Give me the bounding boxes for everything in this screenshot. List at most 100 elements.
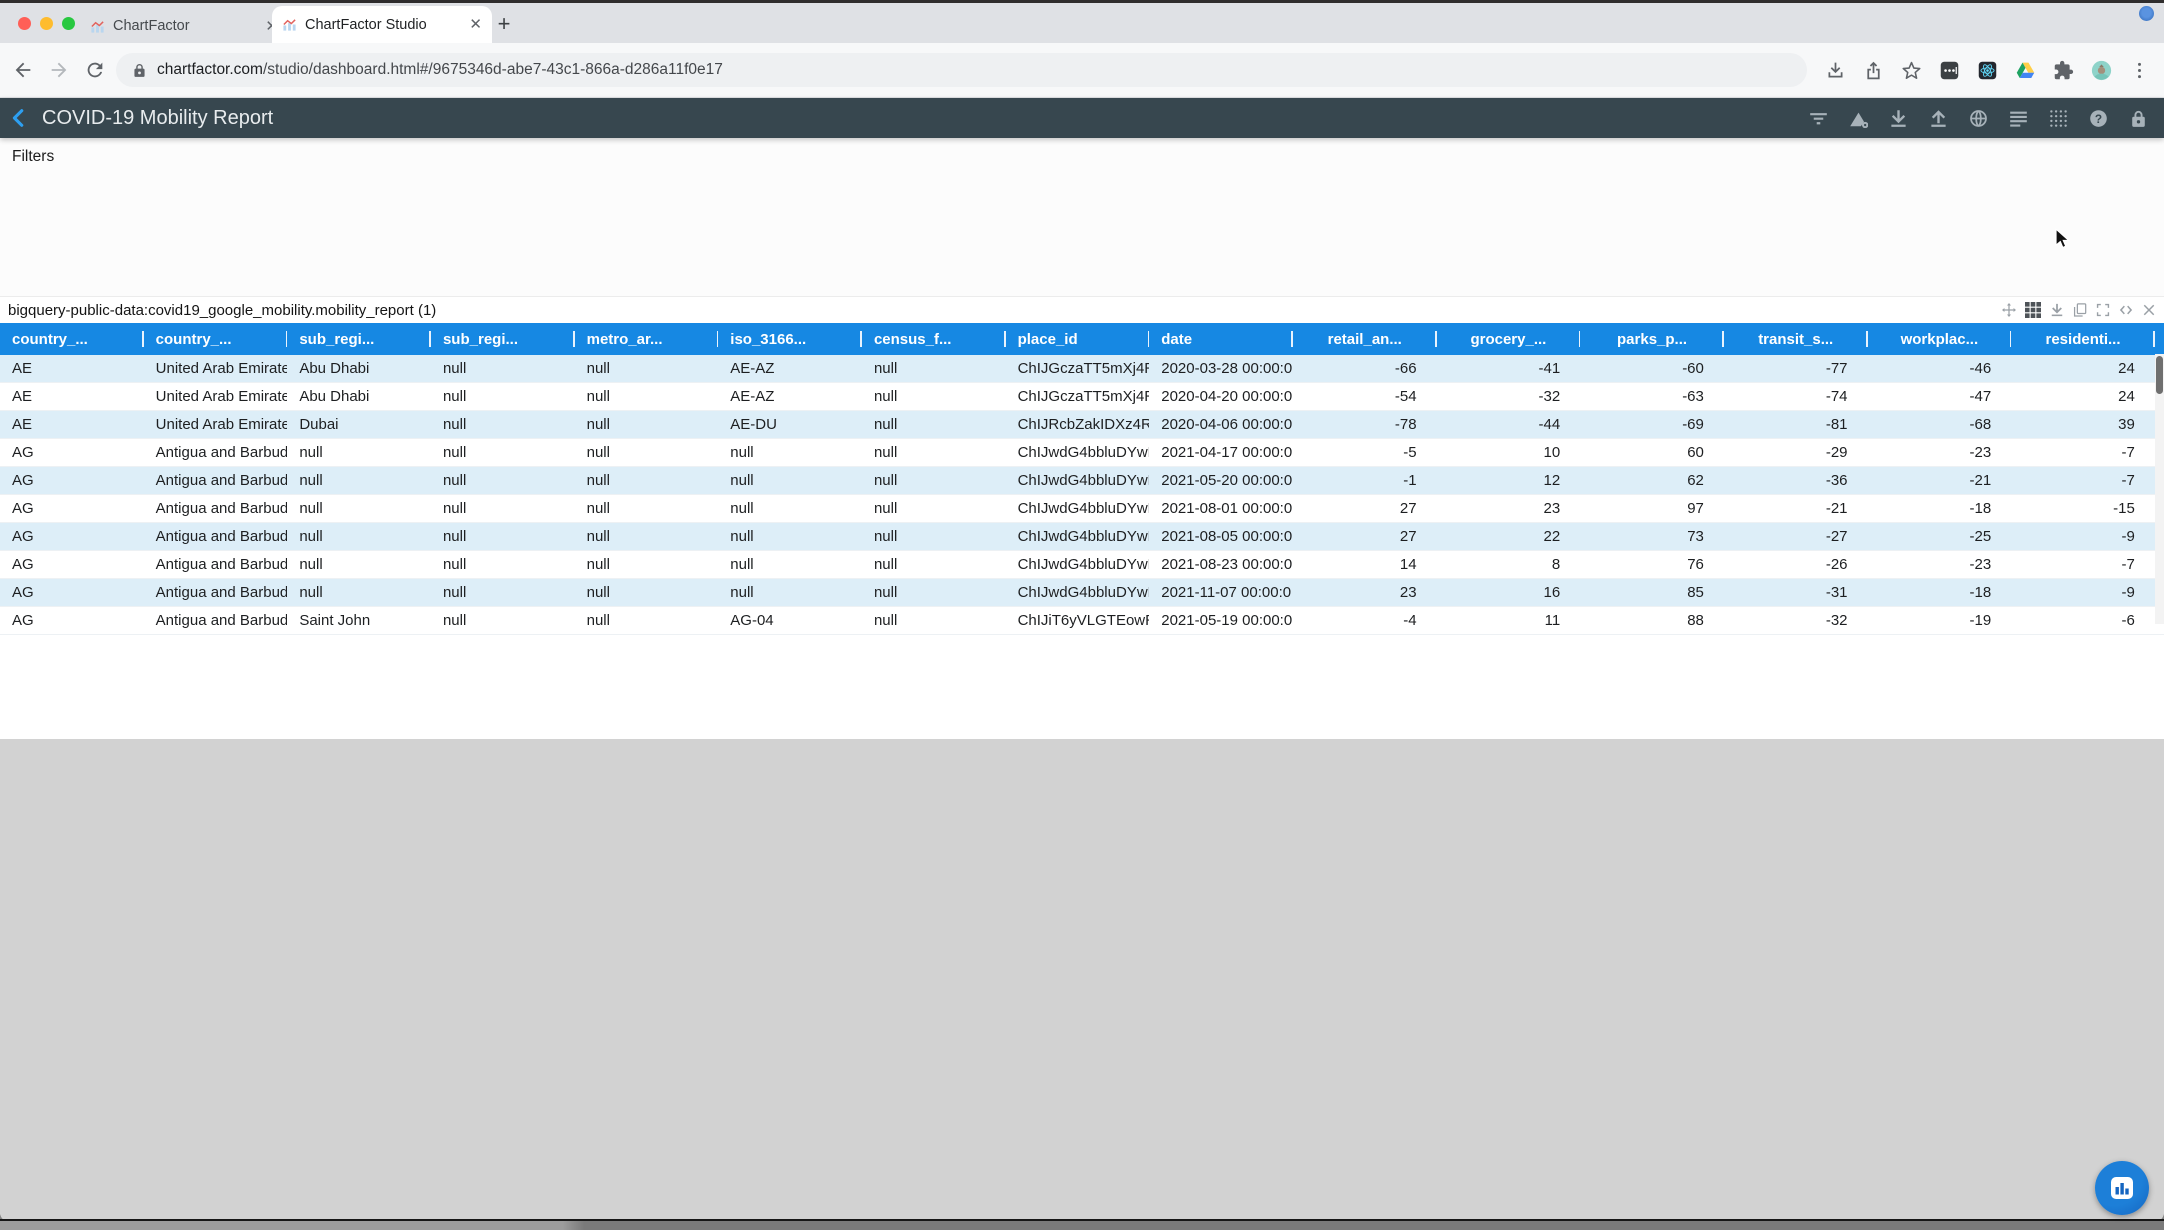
- close-window-button[interactable]: [18, 17, 31, 30]
- column-header[interactable]: residenti...: [2011, 323, 2155, 355]
- table-cell: -78: [1293, 411, 1437, 438]
- table-cell: null: [862, 523, 1006, 550]
- forward-icon[interactable]: [48, 59, 70, 81]
- table-cell: -32: [1724, 607, 1868, 634]
- column-header[interactable]: sub_regi...: [431, 323, 575, 355]
- table-cell: 73: [1580, 523, 1724, 550]
- column-header[interactable]: parks_p...: [1580, 323, 1724, 355]
- table-row[interactable]: AEUnited Arab EmirateAbu DhabinullnullAE…: [0, 383, 2164, 411]
- table-cell: Antigua and Barbud: [144, 551, 288, 578]
- table-cell: Abu Dhabi: [287, 383, 431, 410]
- table-cell: Antigua and Barbud: [144, 579, 288, 606]
- table-cell: null: [575, 607, 719, 634]
- dot-grid-icon[interactable]: [2049, 109, 2068, 128]
- help-icon[interactable]: ?: [2089, 109, 2108, 128]
- profile-avatar[interactable]: [2091, 60, 2112, 81]
- table-row[interactable]: AGAntigua and Barbudnullnullnullnullnull…: [0, 551, 2164, 579]
- table-scrollbar-track[interactable]: [2155, 354, 2164, 624]
- close-icon[interactable]: [2142, 303, 2156, 317]
- bookmark-star-icon[interactable]: [1901, 60, 1922, 81]
- fullscreen-icon[interactable]: [2096, 303, 2110, 317]
- column-header[interactable]: country_...: [0, 323, 144, 355]
- close-tab-icon[interactable]: ✕: [469, 17, 482, 32]
- new-tab-button[interactable]: +: [490, 10, 518, 38]
- table-row[interactable]: AGAntigua and Barbudnullnullnullnullnull…: [0, 495, 2164, 523]
- column-header[interactable]: retail_an...: [1293, 323, 1437, 355]
- text-lines-icon[interactable]: [2009, 109, 2028, 128]
- table-cell: null: [862, 383, 1006, 410]
- table-cell: AG: [0, 607, 144, 634]
- table-cell: AG: [0, 523, 144, 550]
- tab-chartfactor-studio[interactable]: ChartFactor Studio ✕: [272, 6, 492, 43]
- table-cell: -7: [2011, 439, 2155, 466]
- table-cell: -47: [1868, 383, 2012, 410]
- column-header[interactable]: date: [1149, 323, 1293, 355]
- react-devtools-extension-icon[interactable]: [1977, 60, 1998, 81]
- app-header: COVID-19 Mobility Report ?: [0, 98, 2164, 138]
- download-icon[interactable]: [1889, 109, 1908, 128]
- lock-icon[interactable]: [2129, 109, 2148, 128]
- table-cell: Saint John: [287, 607, 431, 634]
- zoom-window-button[interactable]: [62, 17, 75, 30]
- table-cell: ChIJwdG4bbluDYwR: [1006, 523, 1150, 550]
- download-icon[interactable]: [2050, 303, 2064, 317]
- table-row[interactable]: AEUnited Arab EmirateAbu DhabinullnullAE…: [0, 355, 2164, 383]
- table-cell: null: [575, 579, 719, 606]
- desktop-strip: [0, 1219, 2164, 1230]
- back-icon[interactable]: [12, 59, 34, 81]
- password-extension-icon[interactable]: [1939, 60, 1960, 81]
- back-chevron-icon[interactable]: [8, 106, 30, 130]
- column-header[interactable]: country_...: [144, 323, 288, 355]
- table-row[interactable]: AGAntigua and BarbudSaint JohnnullnullAG…: [0, 607, 2164, 635]
- address-bar[interactable]: chartfactor.com/studio/dashboard.html#/9…: [116, 53, 1807, 87]
- table-row[interactable]: AGAntigua and Barbudnullnullnullnullnull…: [0, 523, 2164, 551]
- table-cell: null: [431, 607, 575, 634]
- table-row[interactable]: AGAntigua and Barbudnullnullnullnullnull…: [0, 467, 2164, 495]
- table-cell: null: [575, 551, 719, 578]
- url-text: chartfactor.com/studio/dashboard.html#/9…: [157, 61, 723, 79]
- column-header[interactable]: metro_ar...: [575, 323, 719, 355]
- share-icon[interactable]: [1863, 60, 1884, 81]
- chartfactor-favicon: [90, 19, 105, 34]
- upload-icon[interactable]: [1929, 109, 1948, 128]
- column-header[interactable]: workplac...: [1868, 323, 2012, 355]
- copy-icon[interactable]: [2073, 303, 2087, 317]
- add-chart-fab[interactable]: [2095, 1161, 2149, 1215]
- table-cell: -1: [1293, 467, 1437, 494]
- table-cell: AG: [0, 495, 144, 522]
- reload-icon[interactable]: [84, 59, 106, 81]
- column-header[interactable]: place_id: [1006, 323, 1150, 355]
- table-cell: null: [431, 439, 575, 466]
- minimize-window-button[interactable]: [40, 17, 53, 30]
- column-header[interactable]: transit_s...: [1724, 323, 1868, 355]
- column-header[interactable]: census_f...: [862, 323, 1006, 355]
- download-tray-icon[interactable]: [1825, 60, 1846, 81]
- table-scrollbar-thumb[interactable]: [2156, 356, 2163, 394]
- column-header[interactable]: sub_regi...: [287, 323, 431, 355]
- column-header[interactable]: iso_3166...: [718, 323, 862, 355]
- filters-area: Filters: [0, 138, 2164, 296]
- filter-icon[interactable]: [1809, 109, 1828, 128]
- chart-settings-icon[interactable]: [1849, 109, 1868, 128]
- table-cell: null: [575, 467, 719, 494]
- menu-kebab-icon[interactable]: [2129, 60, 2150, 81]
- globe-icon[interactable]: [1969, 109, 1988, 128]
- column-header[interactable]: grocery_...: [1437, 323, 1581, 355]
- extensions-puzzle-icon[interactable]: [2053, 60, 2074, 81]
- code-icon[interactable]: [2119, 303, 2133, 317]
- table-cell: 88: [1580, 607, 1724, 634]
- google-drive-extension-icon[interactable]: [2015, 60, 2036, 81]
- tab-chartfactor[interactable]: ChartFactor ✕: [80, 9, 288, 43]
- mouse-cursor: [2052, 228, 2074, 252]
- grid-view-icon[interactable]: [2025, 302, 2041, 318]
- table-row[interactable]: AEUnited Arab EmirateDubainullnullAE-DUn…: [0, 411, 2164, 439]
- move-icon[interactable]: [2002, 303, 2016, 317]
- table-cell: -5: [1293, 439, 1437, 466]
- table-row[interactable]: AGAntigua and Barbudnullnullnullnullnull…: [0, 439, 2164, 467]
- table-cell: 2021-11-07 00:00:0: [1149, 579, 1293, 606]
- table-cell: -7: [2011, 467, 2155, 494]
- table-cell: -54: [1293, 383, 1437, 410]
- table-row[interactable]: AGAntigua and Barbudnullnullnullnullnull…: [0, 579, 2164, 607]
- table-cell: null: [862, 439, 1006, 466]
- chartfactor-favicon: [282, 17, 297, 32]
